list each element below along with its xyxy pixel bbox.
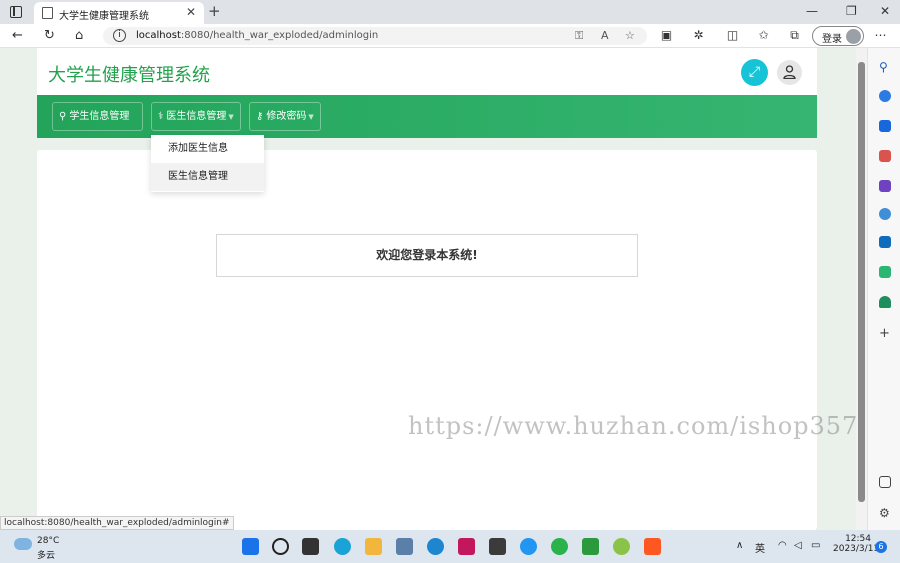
doctor-info-dropdown: 添加医生信息 医生信息管理 bbox=[151, 135, 264, 192]
tree-icon[interactable] bbox=[879, 296, 891, 308]
photos-icon[interactable] bbox=[396, 538, 413, 555]
status-bar-url: localhost:8080/health_war_exploded/admin… bbox=[0, 516, 234, 530]
main-menu-bar: ⚲ 学生信息管理 ⚕ 医生信息管理 ▼ ⚷ 修改密码 ▼ bbox=[37, 95, 817, 138]
main-content: 欢迎您登录本系统! bbox=[37, 150, 817, 530]
tab-title: 大学生健康管理系统 bbox=[59, 11, 149, 22]
app-title: 大学生健康管理系统 bbox=[48, 65, 210, 86]
wifi-icon[interactable]: ◠ bbox=[778, 540, 787, 551]
menu-doctor-info[interactable]: ⚕ 医生信息管理 ▼ bbox=[151, 102, 241, 131]
cloud-icon bbox=[12, 534, 32, 550]
chrome-icon[interactable] bbox=[613, 538, 630, 555]
tools-icon[interactable] bbox=[879, 150, 891, 162]
window-close-icon[interactable]: ✕ bbox=[880, 4, 890, 18]
page-scrollbar[interactable] bbox=[856, 48, 867, 530]
home-icon[interactable]: ⌂ bbox=[75, 28, 83, 44]
menu-student-info[interactable]: ⚲ 学生信息管理 bbox=[52, 102, 143, 131]
add-icon[interactable]: + bbox=[879, 326, 891, 341]
refresh-icon[interactable]: ↻ bbox=[44, 28, 55, 44]
key-icon: ⚷ bbox=[256, 111, 264, 122]
split-screen-icon[interactable]: ◫ bbox=[726, 29, 739, 42]
search-taskbar-icon[interactable] bbox=[272, 538, 289, 555]
user-menu-button[interactable] bbox=[777, 60, 802, 85]
more-menu-icon[interactable]: ⋯ bbox=[874, 29, 887, 42]
menu-change-password[interactable]: ⚷ 修改密码 ▼ bbox=[249, 102, 321, 131]
intellij-icon[interactable] bbox=[458, 538, 475, 555]
menu-label: 学生信息管理 bbox=[69, 111, 130, 122]
bing-chat-icon[interactable] bbox=[879, 90, 891, 102]
caret-down-icon: ▼ bbox=[228, 113, 234, 121]
tab-collections-icon[interactable]: ⧉ bbox=[788, 29, 801, 42]
volume-icon[interactable]: ◁ bbox=[794, 540, 802, 551]
web-page: 大学生健康管理系统 ⤢ ⚲ 学生信息管理 ⚕ 医生信息管理 ▼ ⚷ 修改密码 ▼ 欢迎您登… bbox=[0, 48, 856, 530]
profile-avatar-icon bbox=[846, 29, 861, 44]
login-label: 登录 bbox=[822, 34, 842, 45]
tab-actions-icon[interactable] bbox=[10, 6, 22, 18]
battery-icon[interactable]: ▭ bbox=[811, 540, 820, 551]
hbuilder-icon[interactable] bbox=[582, 538, 599, 555]
watermark: https://www.huzhan.com/ishop3572 bbox=[408, 412, 856, 440]
menu-label: 修改密码 bbox=[266, 111, 307, 122]
microsoft365-icon[interactable] bbox=[879, 208, 891, 220]
passwords-key-icon[interactable]: ⚿ bbox=[575, 29, 583, 43]
url-text: localhost:8080/health_war_exploded/admin… bbox=[136, 30, 379, 41]
clock[interactable]: 12:54 2023/3/11 bbox=[833, 534, 880, 554]
add-favorite-icon[interactable]: ☆ bbox=[625, 29, 635, 42]
ie-icon[interactable] bbox=[427, 538, 444, 555]
terminal-icon[interactable] bbox=[489, 538, 506, 555]
person-icon: ⚲ bbox=[59, 111, 67, 122]
task-view-icon[interactable] bbox=[302, 538, 319, 555]
site-info-icon[interactable]: i bbox=[113, 29, 126, 42]
outlook-icon[interactable] bbox=[879, 236, 891, 248]
profile-login-button[interactable]: 登录 bbox=[812, 26, 864, 46]
clock-date: 2023/3/11 bbox=[833, 544, 880, 554]
scrollbar-thumb[interactable] bbox=[858, 62, 865, 502]
sidebar-layout-icon[interactable] bbox=[879, 476, 891, 488]
menu-label: 医生信息管理 bbox=[166, 111, 227, 122]
welcome-message: 欢迎您登录本系统! bbox=[216, 234, 638, 277]
drop-icon[interactable] bbox=[879, 266, 891, 278]
dropdown-item-manage-doctor[interactable]: 医生信息管理 bbox=[151, 163, 264, 191]
new-tab-button[interactable]: + bbox=[208, 2, 221, 20]
settings-gear-icon[interactable]: ⚙ bbox=[879, 506, 891, 520]
fullscreen-button[interactable]: ⤢ bbox=[741, 59, 768, 86]
page-favicon-icon bbox=[42, 7, 53, 19]
app-header: 大学生健康管理系统 ⤢ bbox=[37, 48, 817, 95]
collections-icon[interactable]: ▣ bbox=[660, 29, 673, 42]
clock-time: 12:54 bbox=[845, 534, 871, 544]
weather-condition[interactable]: 多云 bbox=[37, 548, 55, 561]
app-icon[interactable] bbox=[644, 538, 661, 555]
windows-taskbar: 28°C 多云 ∧ 英 ◠ ◁ ▭ 12:54 2023/3/11 6 bbox=[0, 530, 900, 563]
games-icon[interactable] bbox=[879, 180, 891, 192]
extensions-icon[interactable]: ✲ bbox=[692, 29, 705, 42]
address-bar[interactable]: i localhost:8080/health_war_exploded/adm… bbox=[103, 27, 647, 45]
ime-indicator[interactable]: 英 bbox=[755, 540, 765, 555]
shopping-icon[interactable] bbox=[879, 120, 891, 132]
notification-badge[interactable]: 6 bbox=[875, 541, 887, 553]
browser-tab-strip: 大学生健康管理系统 ✕ + — ❐ ✕ bbox=[0, 0, 900, 24]
tab-close-icon[interactable]: ✕ bbox=[186, 5, 196, 19]
file-explorer-icon[interactable] bbox=[365, 538, 382, 555]
expand-icon: ⤢ bbox=[748, 64, 761, 80]
browser-toolbar: ← ↻ ⌂ i localhost:8080/health_war_explod… bbox=[0, 24, 900, 48]
wechat-icon[interactable] bbox=[551, 538, 568, 555]
read-aloud-icon[interactable]: A bbox=[601, 29, 609, 42]
edge-icon[interactable] bbox=[334, 538, 351, 555]
doctor-icon: ⚕ bbox=[158, 111, 164, 122]
browser-tab[interactable]: 大学生健康管理系统 ✕ bbox=[34, 2, 204, 24]
dropdown-item-add-doctor[interactable]: 添加医生信息 bbox=[151, 135, 264, 163]
start-icon[interactable] bbox=[242, 538, 259, 555]
back-icon[interactable]: ← bbox=[12, 28, 23, 44]
weather-temp[interactable]: 28°C bbox=[37, 536, 59, 546]
k-app-icon[interactable] bbox=[520, 538, 537, 555]
search-icon[interactable]: ⚲ bbox=[879, 60, 891, 74]
edge-sidebar: ⚲ + ⚙ bbox=[867, 48, 900, 530]
minimize-icon[interactable]: — bbox=[806, 4, 818, 18]
tray-chevron-icon[interactable]: ∧ bbox=[736, 540, 743, 551]
restore-icon[interactable]: ❐ bbox=[846, 4, 857, 18]
favorites-icon[interactable]: ✩ bbox=[757, 29, 770, 42]
user-icon bbox=[783, 65, 796, 79]
caret-down-icon: ▼ bbox=[308, 113, 314, 121]
